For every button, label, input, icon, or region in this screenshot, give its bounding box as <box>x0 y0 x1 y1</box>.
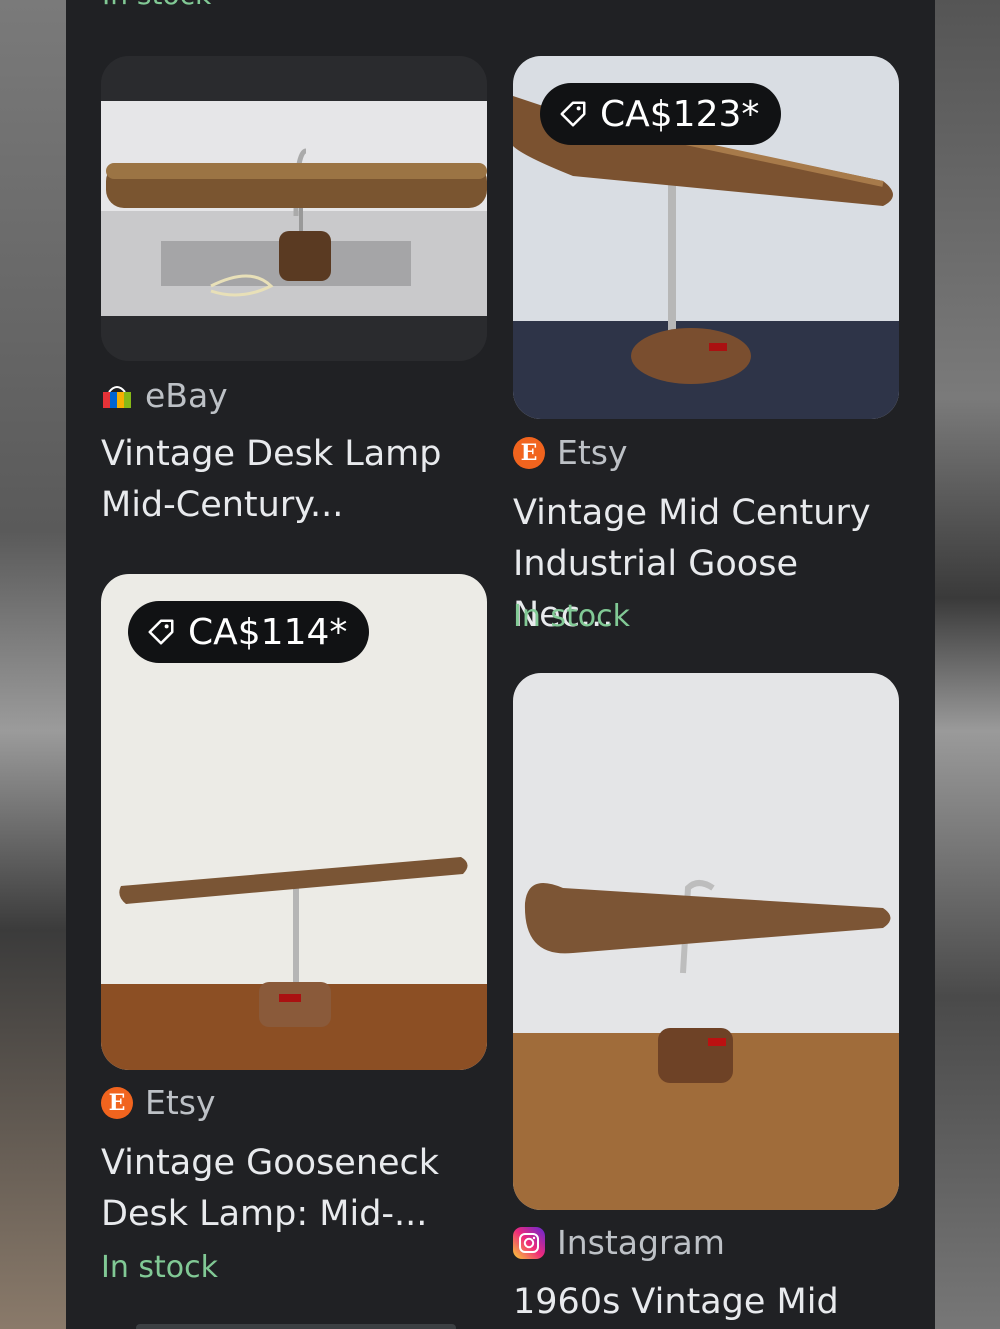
price-badge: CA$123* <box>540 83 782 145</box>
source-name: Etsy <box>557 433 628 472</box>
title-line-1: Vintage Desk Lamp <box>101 434 442 474</box>
source-row[interactable]: eBay <box>101 376 228 415</box>
ebay-bag-icon <box>101 380 133 412</box>
result-title[interactable]: 1960s Vintage Mid <box>513 1277 899 1328</box>
product-image[interactable] <box>513 673 899 1210</box>
title-line-1: 1960s Vintage Mid <box>513 1282 839 1322</box>
product-image[interactable]: CA$114* <box>101 574 487 1070</box>
title-line-1: Vintage Mid Century <box>513 493 871 533</box>
source-row[interactable]: Instagram <box>513 1223 725 1262</box>
stock-status: In stock <box>101 1250 219 1285</box>
results-panel[interactable]: In stock <box>66 0 935 1329</box>
result-title[interactable]: Vintage Gooseneck Desk Lamp: Mid-... <box>101 1138 487 1240</box>
price-badge: CA$114* <box>128 601 370 663</box>
instagram-icon <box>513 1226 545 1259</box>
result-title[interactable]: Vintage Desk Lamp Mid-Century... <box>101 429 487 531</box>
title-line-2: Desk Lamp: Mid-... <box>101 1194 428 1234</box>
stock-status: In stock <box>513 599 631 634</box>
source-name: Instagram <box>557 1223 725 1262</box>
price-text: CA$114* <box>188 611 348 653</box>
product-image[interactable] <box>101 56 487 361</box>
source-row[interactable]: E Etsy <box>513 433 628 472</box>
price-tag-icon <box>148 619 174 645</box>
etsy-icon: E <box>101 1086 133 1119</box>
title-line-1: Vintage Gooseneck <box>101 1143 440 1183</box>
source-row[interactable]: E Etsy <box>101 1083 216 1122</box>
price-text: CA$123* <box>600 93 760 135</box>
source-name: eBay <box>145 376 228 415</box>
partial-stock-text: In stock <box>102 0 211 11</box>
etsy-icon: E <box>513 436 545 469</box>
price-tag-icon <box>560 101 586 127</box>
title-line-2: Mid-Century... <box>101 485 344 525</box>
background-right <box>935 0 1000 1329</box>
product-image[interactable]: CA$123* <box>513 56 899 419</box>
background-left <box>0 0 66 1329</box>
next-card-edge <box>136 1324 456 1329</box>
source-name: Etsy <box>145 1083 216 1122</box>
